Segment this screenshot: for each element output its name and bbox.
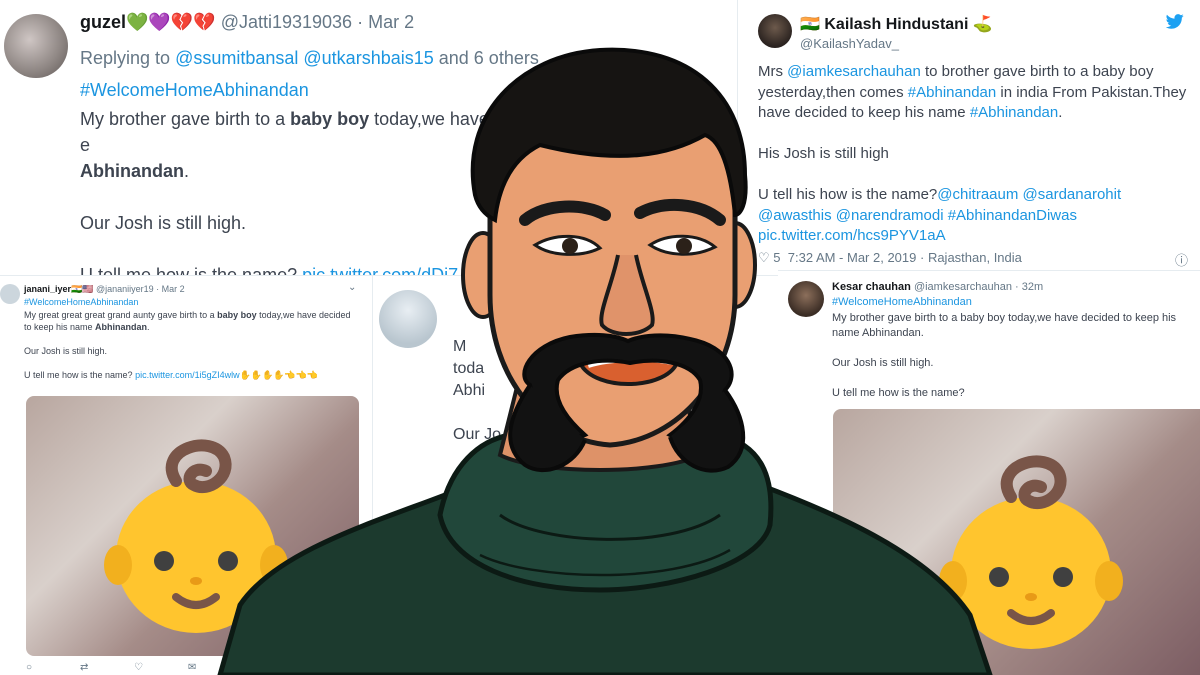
hashtag-link[interactable]: #WelcomeHomeAbhinandan <box>24 297 138 307</box>
avatar[interactable] <box>0 284 20 304</box>
avatar[interactable] <box>758 14 792 48</box>
handle[interactable]: @Jatti19319036 <box>221 12 352 32</box>
tweet-age[interactable]: 32m <box>1022 281 1043 293</box>
text-name-bold: Abhinandan <box>80 161 184 181</box>
heart-icon[interactable]: ♡ <box>134 662 188 673</box>
flag-emoji: 🇮🇳 <box>800 16 820 33</box>
replying-prefix: Replying to <box>80 48 171 68</box>
pilot-caricature-illustration <box>217 47 993 675</box>
text-period: . <box>1058 104 1063 121</box>
tweet-header: janani_iyer🇮🇳🇺🇸 @jananiiyer19 · Mar 2 <box>24 284 185 295</box>
name-emojis: 💚💜💔💔 <box>126 12 216 32</box>
tweet-header: guzel💚💜💔💔 @Jatti19319036 · Mar 2 <box>80 12 414 33</box>
twitter-bird-icon[interactable] <box>1165 14 1184 34</box>
avatar[interactable] <box>4 14 68 78</box>
flag-golf-emoji: ⛳ <box>972 16 993 33</box>
retweet-icon[interactable]: ⇄ <box>80 662 134 673</box>
separator-dot: · <box>156 284 160 294</box>
text-period: . <box>184 161 190 181</box>
separator-dot: · <box>357 12 364 32</box>
separator-dot: · <box>1015 281 1019 293</box>
display-name[interactable]: janani_iyer <box>24 284 71 294</box>
text-period: . <box>147 322 150 332</box>
display-name[interactable]: Kailash Hindustani <box>824 16 968 33</box>
text-line1: My great great great grand aunty gave bi… <box>24 310 218 320</box>
text-name-bold: Abhinandan <box>95 322 148 332</box>
tweet-date[interactable]: Mar 2 <box>368 12 414 32</box>
tweet-date[interactable]: Mar 2 <box>162 284 185 294</box>
text-question: U tell me how is the name? <box>24 370 136 380</box>
display-name-row[interactable]: 🇮🇳 Kailash Hindustani ⛳ <box>800 14 993 34</box>
info-icon[interactable]: ⓘ <box>1175 250 1188 269</box>
flag-emojis: 🇮🇳🇺🇸 <box>71 284 94 294</box>
display-name[interactable]: guzel <box>80 12 126 32</box>
text-line1c: e <box>80 135 91 155</box>
reply-icon[interactable]: ○ <box>26 662 80 673</box>
handle[interactable]: @jananiiyer19 <box>96 284 154 294</box>
